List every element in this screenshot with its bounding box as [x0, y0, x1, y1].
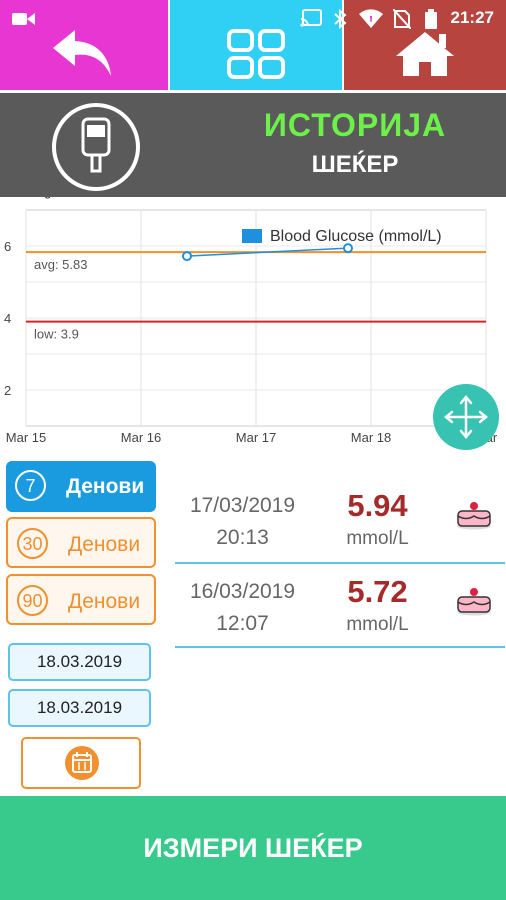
filter-7-days-button[interactable]: 7 Денови [6, 461, 156, 512]
reading-row[interactable]: 16/03/2019 12:07 5.72 mmol/L [175, 566, 505, 648]
days-count: 30 [17, 528, 48, 559]
x-tick-label: Mar 17 [236, 430, 276, 445]
days-label: Денови [68, 533, 141, 556]
calendar-icon-background [65, 746, 99, 780]
filter-90-days-button[interactable]: 90 Денови [6, 574, 156, 625]
video-camera-icon [12, 13, 35, 25]
cake-icon [457, 588, 491, 616]
legend-label: Blood Glucose (mmol/L) [270, 228, 442, 245]
cake-icon [457, 502, 491, 530]
days-count: 7 [15, 470, 46, 501]
x-tick-label: Mar 16 [121, 430, 161, 445]
glucose-chart[interactable]: 246Mar 15Mar 16Mar 17Mar 18Maravg: 5.83l… [0, 197, 506, 453]
no-sim-icon [393, 9, 411, 29]
reading-time: 12:07 [216, 612, 269, 635]
wifi-icon [359, 9, 383, 28]
measure-glucose-button[interactable]: ИЗМЕРИ ШЕЌЕР [0, 796, 506, 900]
date-from-field[interactable]: 18.03.2019 [8, 643, 151, 681]
reference-line-label: avg: 5.83 [34, 257, 88, 272]
reading-row[interactable]: 17/03/2019 20:13 5.94 mmol/L [175, 480, 505, 564]
reading-value: 5.94 [347, 488, 408, 523]
reference-line-label: high: 8.9 [34, 197, 84, 199]
move-arrows-icon [444, 395, 488, 439]
filter-30-days-button[interactable]: 30 Денови [6, 517, 156, 568]
date-to-field[interactable]: 18.03.2019 [8, 689, 151, 727]
days-count: 90 [17, 585, 48, 616]
home-icon [396, 32, 454, 76]
y-tick-label: 4 [4, 311, 11, 326]
reference-line-label: low: 3.9 [34, 327, 79, 342]
status-bar: 21:27 [0, 0, 506, 36]
reading-date: 16/03/2019 [189, 580, 296, 603]
page-subtitle: ШЕЌЕР [311, 151, 399, 178]
data-point [182, 251, 192, 262]
y-tick-label: 6 [4, 239, 11, 254]
reading-unit: mmol/L [346, 614, 409, 635]
bluetooth-icon [334, 9, 347, 29]
cast-icon [300, 9, 322, 27]
legend-swatch [242, 229, 262, 243]
calendar-button[interactable] [21, 737, 141, 789]
battery-icon [425, 9, 437, 29]
y-tick-label: 2 [4, 383, 11, 398]
days-label: Денови [68, 590, 141, 613]
reading-unit: mmol/L [346, 528, 409, 549]
data-point [343, 243, 353, 254]
top-navigation: 21:27 [0, 0, 506, 90]
page-title: ИСТОРИЈА [263, 107, 447, 143]
expand-chart-button[interactable] [433, 384, 499, 450]
reading-time: 20:13 [216, 526, 269, 549]
glucose-meter-icon [52, 103, 140, 191]
x-tick-label: Mar 18 [351, 430, 391, 445]
reading-date: 17/03/2019 [189, 494, 296, 517]
x-tick-label: Mar 15 [6, 430, 46, 445]
page-header: ИСТОРИЈА ШЕЌЕР [0, 93, 506, 197]
calendar-icon [72, 752, 92, 773]
reading-value: 5.72 [347, 574, 408, 609]
status-time: 21:27 [450, 8, 494, 27]
days-label: Денови [66, 475, 145, 498]
